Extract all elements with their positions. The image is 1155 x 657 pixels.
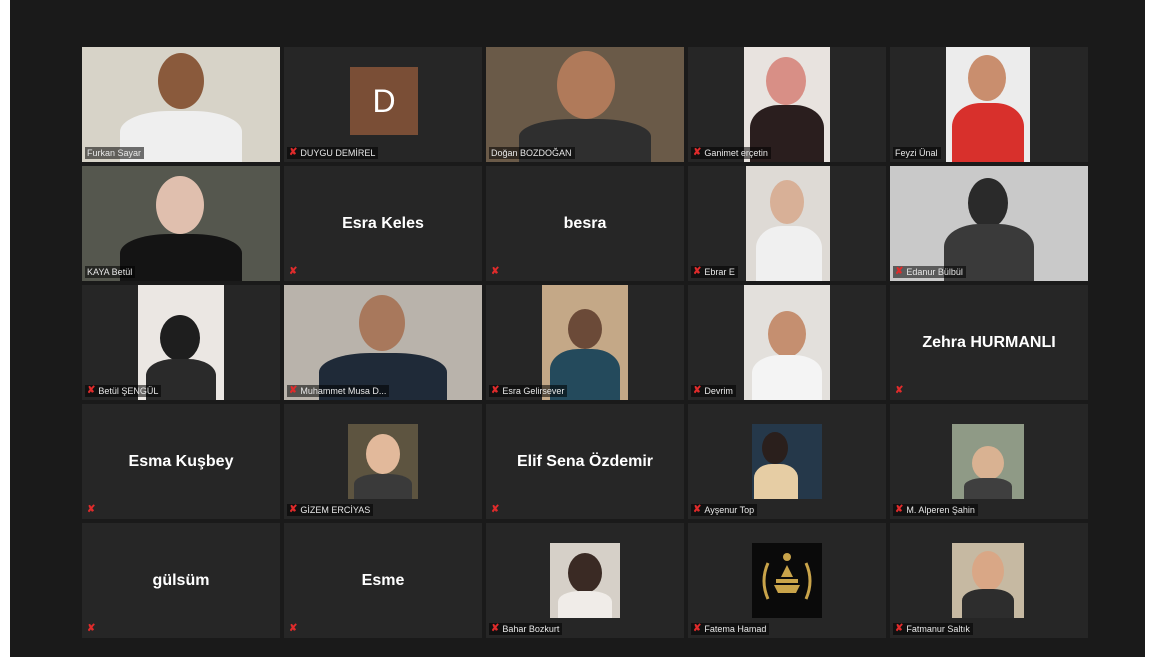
mic-muted-icon: ✘ [693,623,702,634]
participant-name-label: ✘ Fatmanur Saltık [893,623,973,635]
participant-tile[interactable]: Furkan Sayar [82,47,280,162]
participant-video [82,166,280,281]
participant-name-label: ✘ DUYGU DEMİREL [287,147,379,159]
participant-video [752,424,822,499]
participant-name-label: ✘ Edanur Bülbül [893,266,966,278]
participant-video [550,543,620,618]
mic-muted-icon: ✘ [289,504,298,515]
participant-video [542,285,628,400]
participant-display-name: gülsüm [152,571,210,589]
participant-video [744,285,830,400]
participant-video [138,285,224,400]
mic-muted-icon: ✘ [895,504,904,515]
participant-tile[interactable]: Esme ✘ [284,523,482,638]
participant-display-name: Esma Kuşbey [128,452,234,470]
participant-display-name: besra [563,214,607,232]
participant-tile[interactable]: ✘ Betül ŞENGÜL [82,285,280,400]
participant-tile[interactable]: Elif Sena Özdemir ✘ [486,404,684,519]
participant-name-label: ✘ Betül ŞENGÜL [85,385,162,397]
mic-muted-icon: ✘ [87,623,96,634]
meeting-gallery: Furkan Sayar D ✘ DUYGU DEMİREL Doğan BOZD… [10,0,1145,657]
participant-tile[interactable]: ✘ Fatmanur Saltık [890,523,1088,638]
participant-name-label: ✘ Esra Gelirsever [489,385,568,397]
participant-video [348,424,418,499]
participant-name-label: Doğan BOZDOĞAN [489,147,575,159]
participant-name-label: Feyzi Ünal [893,147,941,159]
mic-muted-icon: ✘ [491,623,500,634]
mic-muted-icon: ✘ [87,504,96,515]
mic-muted-icon: ✘ [895,623,904,634]
participant-tile[interactable]: ✘ Ayşenur Top [688,404,886,519]
mic-muted-icon: ✘ [491,266,500,277]
mic-muted-icon: ✘ [693,147,702,158]
participant-video [284,285,482,400]
participant-name-label: ✘ Ebrar E [691,266,738,278]
participant-tile[interactable]: ✘ Fatema Hamad [688,523,886,638]
crest-logo-icon [762,553,812,600]
participant-tile[interactable]: ✘ Ganimet erçetin [688,47,886,162]
participant-name-label: ✘ Muhammet Musa D... [287,385,390,397]
mic-muted-icon: ✘ [289,385,298,396]
participant-tile[interactable]: ✘ Ebrar E [688,166,886,281]
participant-display-name: Elif Sena Özdemir [516,452,654,470]
participant-tile[interactable]: ✘ Bahar Bozkurt [486,523,684,638]
participant-tile[interactable]: D ✘ DUYGU DEMİREL [284,47,482,162]
participant-tile[interactable]: KAYA Betül [82,166,280,281]
participant-video [952,543,1024,618]
participant-name-label: ✘ Devrim [691,385,736,397]
participant-tile[interactable]: ✘ GİZEM ERCİYAS [284,404,482,519]
participant-tile[interactable]: Esra Keles ✘ [284,166,482,281]
participant-display-name: Esra Keles [342,214,424,232]
participant-tile[interactable]: ✘ Muhammet Musa D... [284,285,482,400]
participant-tile[interactable]: ✘ Edanur Bülbül [890,166,1088,281]
participant-name-label: ✘ M. Alperen Şahin [893,504,978,516]
mic-muted-icon: ✘ [693,266,702,277]
participant-name-label: ✘ Bahar Bozkurt [489,623,563,635]
mic-muted-icon: ✘ [289,266,298,277]
participant-video [752,543,822,618]
mic-muted-icon: ✘ [491,504,500,515]
participant-video [746,166,830,281]
mic-muted-icon: ✘ [289,147,298,158]
participant-display-name: Zehra HURMANLI [922,333,1056,351]
participant-name-label: ✘ Fatema Hamad [691,623,770,635]
mic-muted-icon: ✘ [491,385,500,396]
participant-tile[interactable]: gülsüm ✘ [82,523,280,638]
mic-muted-icon: ✘ [289,623,298,634]
participant-video [82,47,280,162]
mic-muted-icon: ✘ [87,385,96,396]
participant-tile[interactable]: besra ✘ [486,166,684,281]
participant-tile[interactable]: ✘ M. Alperen Şahin [890,404,1088,519]
participant-video [952,424,1024,499]
participant-name-label: ✘ Ganimet erçetin [691,147,771,159]
participant-name-label: KAYA Betül [85,266,136,278]
participant-tile[interactable]: Zehra HURMANLI ✘ [890,285,1088,400]
participant-name-label: Furkan Sayar [85,147,145,159]
mic-muted-icon: ✘ [895,266,904,277]
participant-name-label: ✘ Ayşenur Top [691,504,758,516]
participant-tile[interactable]: Esma Kuşbey ✘ [82,404,280,519]
mic-muted-icon: ✘ [693,504,702,515]
participant-grid: Furkan Sayar D ✘ DUYGU DEMİREL Doğan BOZD… [82,47,1088,638]
mic-muted-icon: ✘ [895,385,904,396]
participant-tile[interactable]: Feyzi Ünal [890,47,1088,162]
mic-muted-icon: ✘ [693,385,702,396]
participant-video [890,166,1088,281]
participant-tile[interactable]: ✘ Esra Gelirsever [486,285,684,400]
participant-video [744,47,830,162]
participant-video [486,47,684,162]
participant-tile[interactable]: ✘ Devrim [688,285,886,400]
participant-display-name: Esme [361,571,405,589]
avatar: D [350,67,418,135]
participant-video [946,47,1030,162]
participant-tile-active-speaker[interactable]: Doğan BOZDOĞAN [486,47,684,162]
participant-name-label: ✘ GİZEM ERCİYAS [287,504,374,516]
